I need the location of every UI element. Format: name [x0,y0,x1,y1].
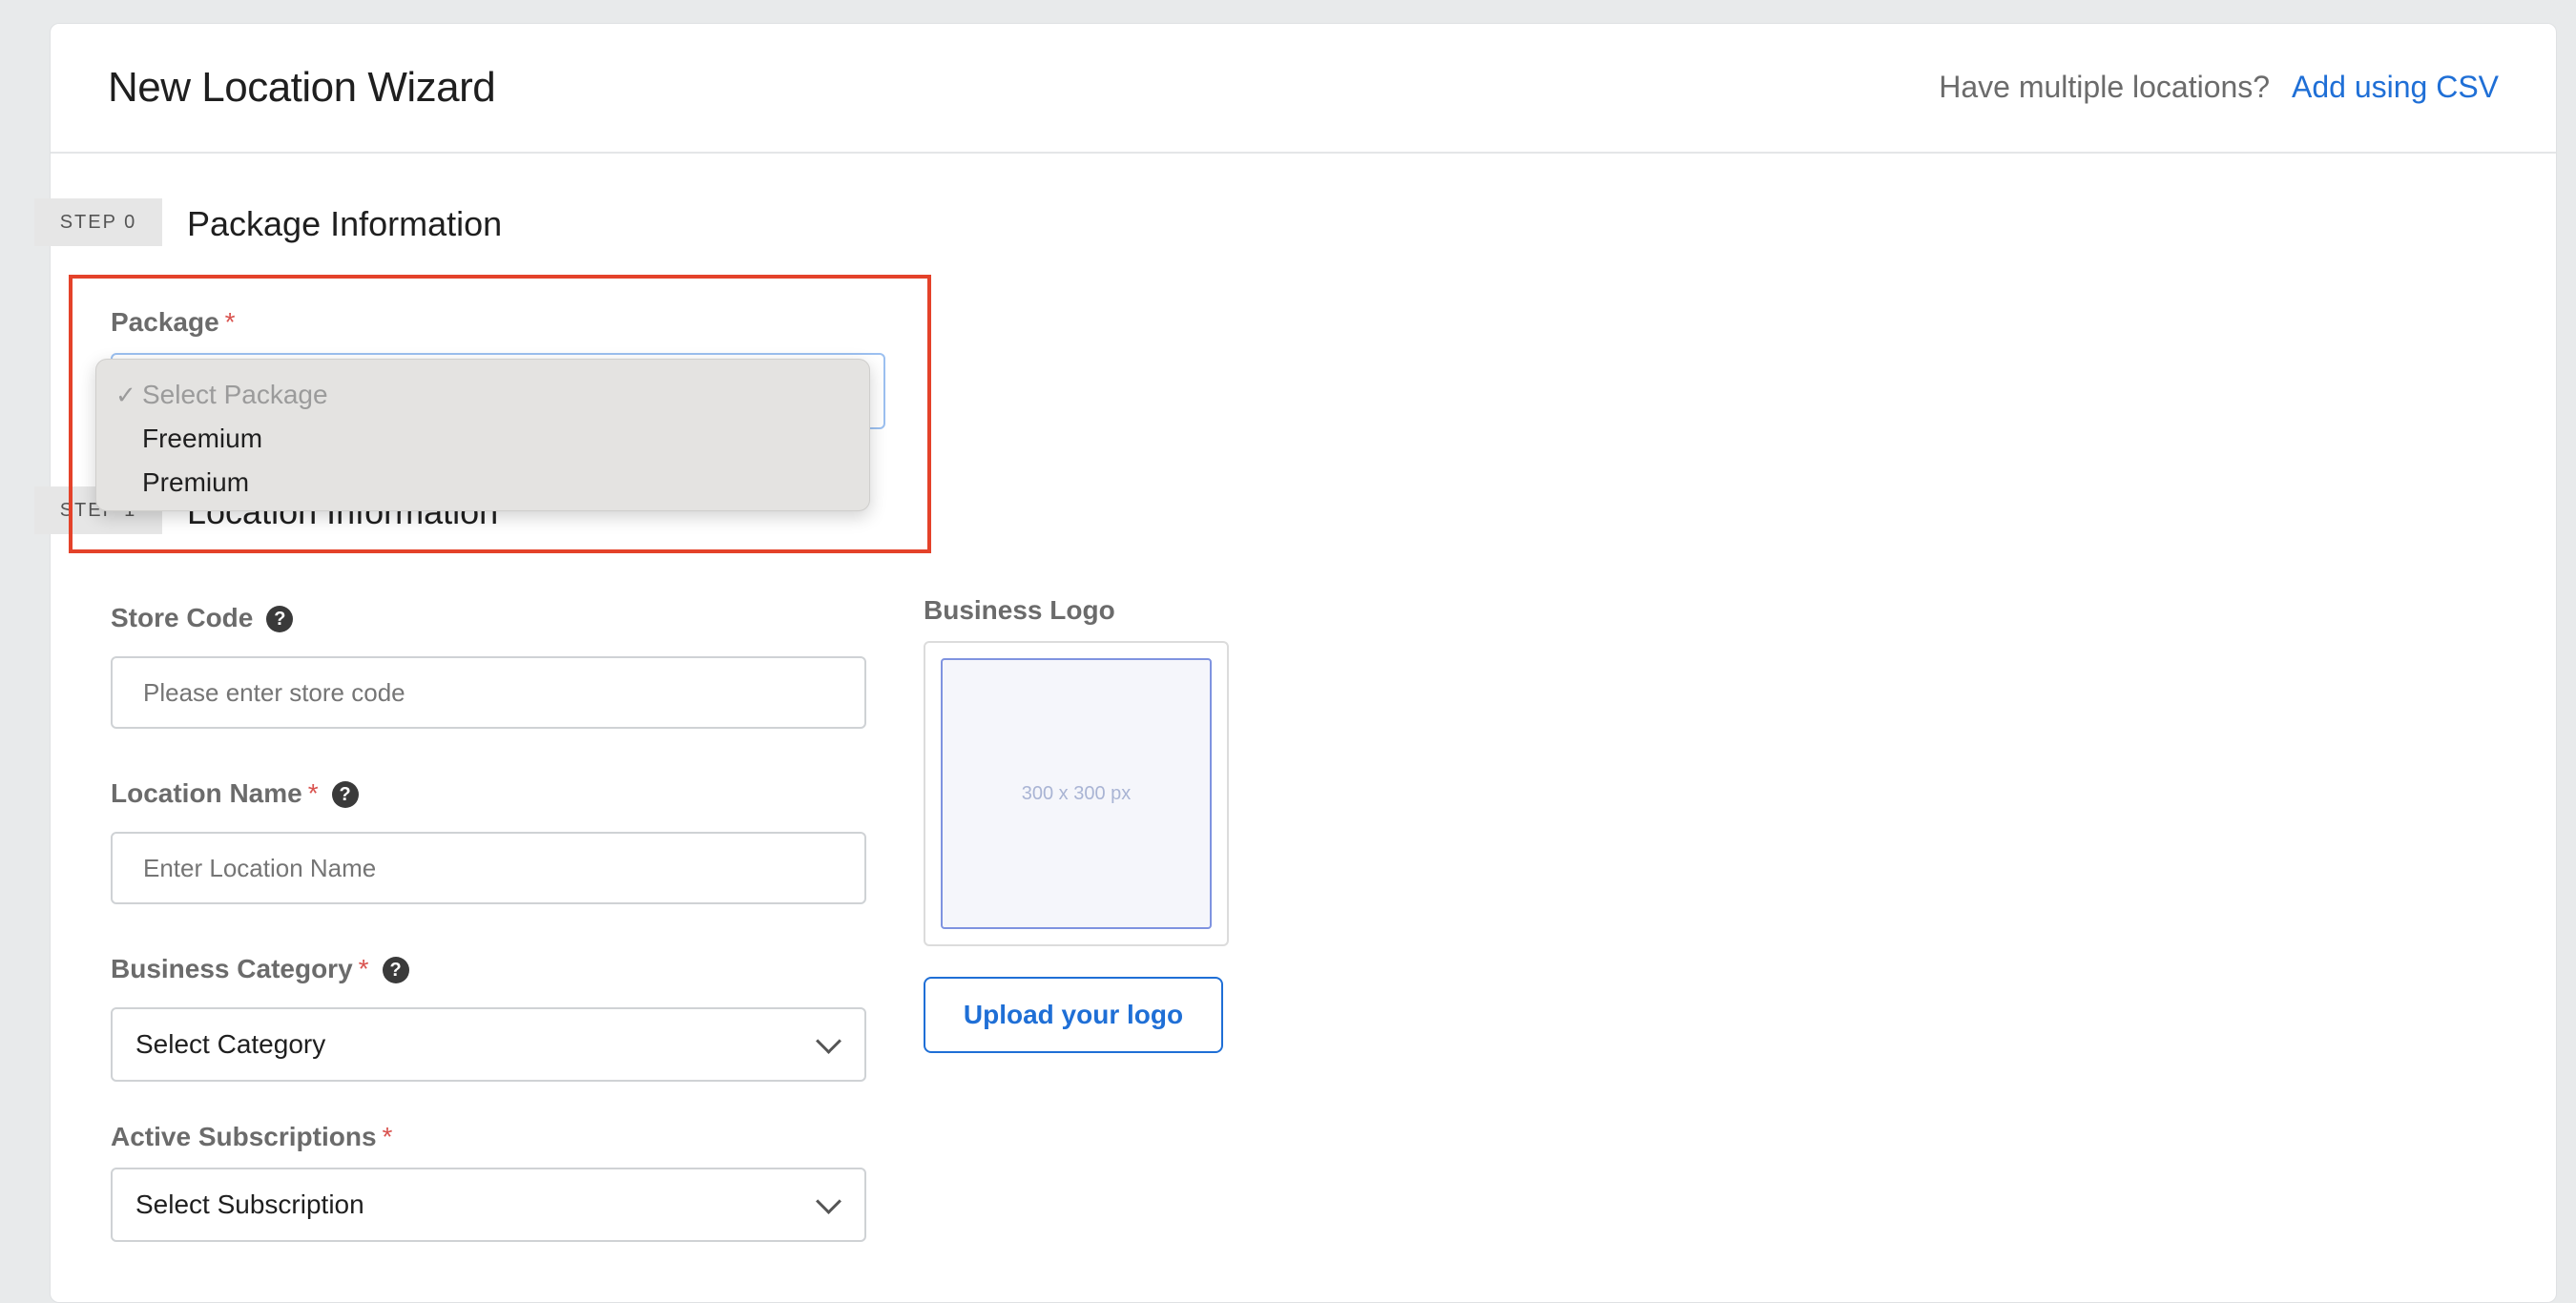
active-subscriptions-label: Active Subscriptions * [111,1122,392,1152]
logo-preview-frame: 300 x 300 px [924,641,1229,946]
business-category-label-text: Business Category [111,954,353,983]
logo-size-hint: 300 x 300 px [1021,782,1132,804]
business-category-value: Select Category [135,1029,326,1059]
add-using-csv-link[interactable]: Add using CSV [2292,70,2499,104]
active-subscriptions-value: Select Subscription [135,1189,364,1219]
logo-placeholder: 300 x 300 px [941,658,1212,929]
location-name-label-text: Location Name [111,778,302,808]
wizard-header: New Location Wizard Have multiple locati… [51,24,2556,154]
step-0-tag: STEP 0 [34,198,162,246]
chevron-down-icon [816,1189,841,1214]
store-code-label-text: Store Code [111,603,254,632]
step-0-title: Package Information [187,204,503,243]
required-mark: * [358,954,369,983]
page-title: New Location Wizard [108,64,496,111]
active-subscriptions-label-text: Active Subscriptions [111,1122,377,1151]
required-mark: * [307,778,319,808]
business-category-select[interactable]: Select Category [111,1007,866,1082]
active-subscriptions-select[interactable]: Select Subscription [111,1168,866,1242]
upload-logo-button[interactable]: Upload your logo [924,977,1223,1053]
chevron-down-icon [816,1028,841,1054]
header-csv-prompt: Have multiple locations? Add using CSV [1939,70,2499,105]
store-code-input[interactable] [111,656,866,729]
location-name-label: Location Name *? [111,778,359,809]
help-icon[interactable]: ? [382,957,409,983]
business-logo-label: Business Logo [924,595,1115,625]
location-name-input[interactable] [111,832,866,904]
multiple-locations-text: Have multiple locations? [1939,70,2271,104]
required-mark: * [382,1122,393,1151]
help-icon[interactable]: ? [331,781,359,808]
store-code-label: Store Code? [111,603,294,633]
highlight-box [69,275,931,553]
business-category-label: Business Category *? [111,954,409,984]
help-icon[interactable]: ? [266,606,294,632]
